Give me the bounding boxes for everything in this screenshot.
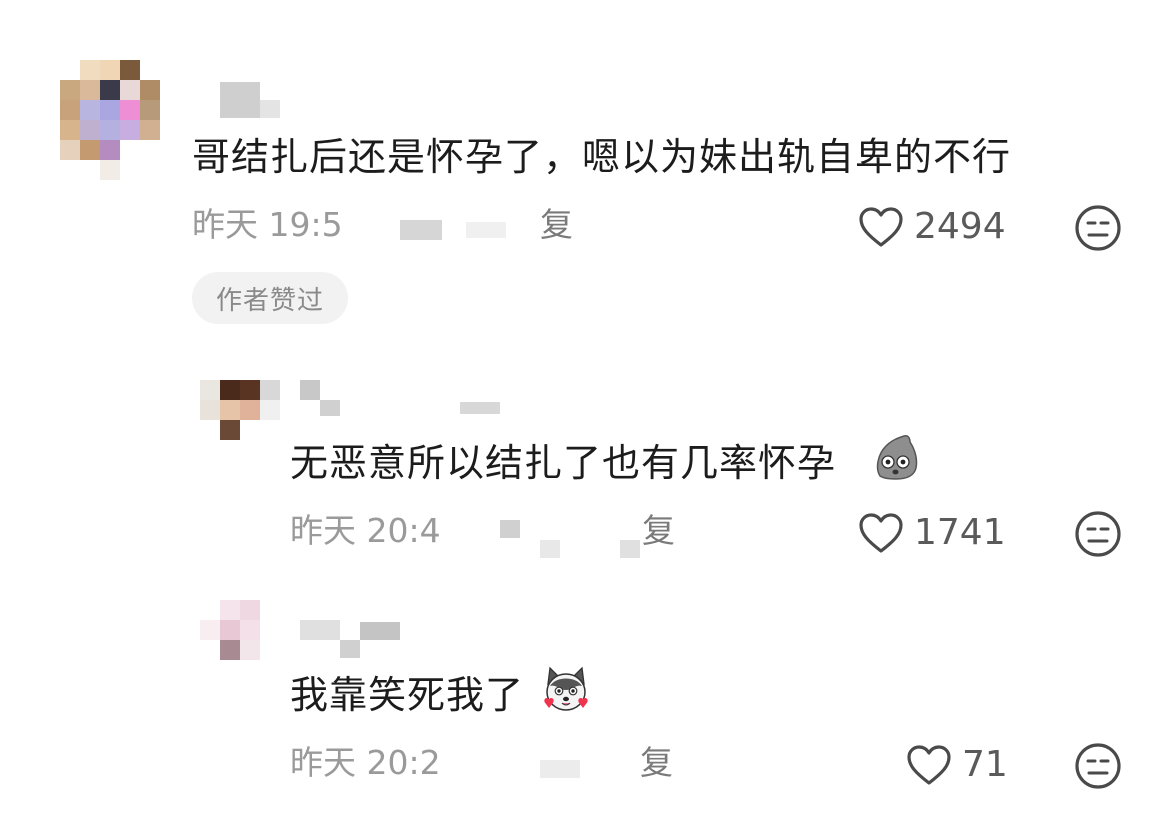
like-button[interactable]: [858, 512, 904, 554]
like-count: 1741: [914, 512, 1006, 553]
like-button[interactable]: [858, 206, 904, 248]
avatar[interactable]: [200, 380, 280, 440]
username-blurred[interactable]: [220, 82, 260, 118]
dislike-button[interactable]: [1074, 742, 1122, 790]
author-liked-badge: 作者赞过: [192, 272, 348, 324]
meta-blurred-3: [620, 540, 640, 558]
username-blurred-part: [320, 400, 340, 416]
username-blurred[interactable]: [300, 620, 340, 640]
reply-button[interactable]: 复: [540, 208, 573, 241]
meta-blurred-2: [540, 540, 560, 558]
dislike-button[interactable]: [1074, 510, 1122, 558]
neutral-face-icon: [1074, 742, 1122, 790]
husky-emoji: [540, 664, 592, 716]
heart-outline-icon: [858, 512, 904, 554]
username-blurred-part: [360, 622, 400, 640]
comment-time: 昨天 20:2: [290, 743, 441, 782]
comment-time: 昨天 20:4: [290, 511, 441, 550]
avatar[interactable]: [200, 600, 280, 660]
meta-blurred-2: [466, 222, 506, 238]
reply-button[interactable]: 复: [640, 746, 673, 779]
neutral-face-icon: [1074, 204, 1122, 252]
heart-outline-icon: [906, 744, 952, 786]
like-count: 71: [962, 744, 1008, 785]
meta-blurred: [500, 520, 520, 538]
comment-text: 哥结扎后还是怀孕了，嗯以为妹出轨自卑的不行: [192, 135, 1012, 179]
like-button[interactable]: [906, 744, 952, 786]
heart-outline-icon: [858, 206, 904, 248]
avatar[interactable]: [60, 60, 160, 180]
meta-blurred: [540, 760, 580, 778]
comment-text: 我靠笑死我了: [290, 673, 525, 717]
username-blurred[interactable]: [300, 380, 320, 400]
username-blurred-part: [340, 640, 360, 658]
dislike-button[interactable]: [1074, 204, 1122, 252]
meta-blurred: [400, 220, 442, 240]
username-blurred-part: [260, 100, 280, 118]
like-count: 2494: [914, 206, 1006, 247]
comment-text: 无恶意所以结扎了也有几率怀孕: [290, 441, 837, 485]
neutral-face-icon: [1074, 510, 1122, 558]
comment-time: 昨天 19:5: [192, 205, 343, 244]
reply-button[interactable]: 复: [642, 514, 675, 547]
username-blurred-part: [460, 402, 500, 414]
stone-face-emoji: [872, 432, 922, 482]
